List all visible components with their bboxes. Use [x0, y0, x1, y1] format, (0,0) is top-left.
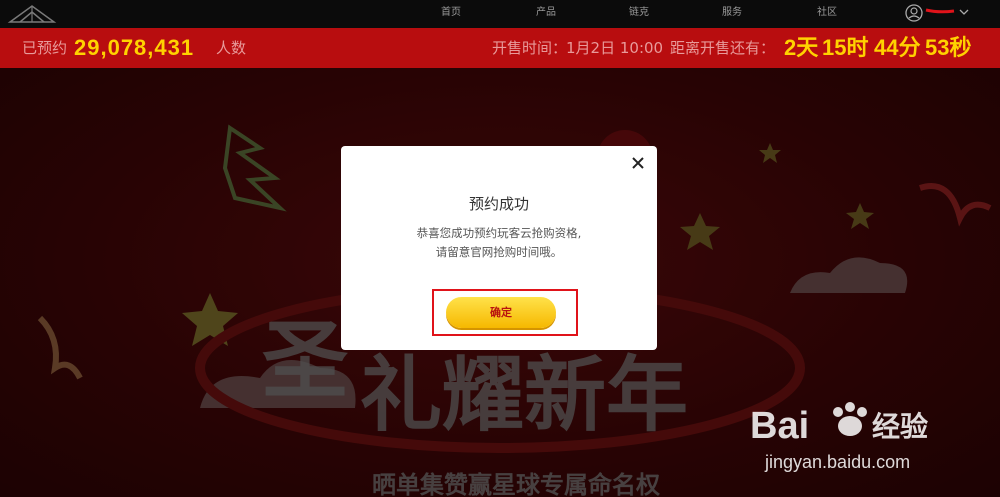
reserved-count: 29,078,431: [74, 35, 195, 60]
dialog-message: 恭喜您成功预约玩客云抢购资格, 请留意官网抢购时间哦。: [341, 224, 657, 262]
annotation-highlight-box: 确定: [432, 289, 578, 336]
reserved-unit: 人数: [216, 39, 247, 57]
brand-logo-icon[interactable]: [6, 2, 58, 26]
top-nav: 首页 产品 链克 服务 社区: [0, 0, 1000, 28]
chevron-down-icon: [959, 9, 969, 15]
redacted-username-mark: [925, 8, 955, 14]
nav-item-community[interactable]: 社区: [817, 0, 837, 28]
reserved-label: 已预约: [22, 39, 68, 57]
dialog-message-line2: 请留意官网抢购时间哦。: [435, 245, 563, 259]
countdown-days: 2天: [784, 35, 819, 60]
nav-item-products[interactable]: 产品: [536, 0, 556, 28]
paw-icon: [833, 402, 867, 436]
close-icon[interactable]: [629, 154, 647, 172]
nav-item-home[interactable]: 首页: [441, 0, 461, 28]
sale-time-label: 开售时间：: [492, 39, 568, 57]
user-menu[interactable]: [904, 2, 974, 24]
watermark-brand: Bai: [750, 405, 809, 447]
nav-item-linkcoin[interactable]: 链克: [629, 0, 649, 28]
user-avatar-icon: [905, 4, 923, 22]
countdown-seconds: 53秒: [925, 35, 972, 60]
dialog-message-line1: 恭喜您成功预约玩客云抢购资格,: [416, 226, 582, 240]
watermark-url: jingyan.baidu.com: [765, 452, 911, 472]
success-dialog: 预约成功 恭喜您成功预约玩客云抢购资格, 请留意官网抢购时间哦。 确定: [341, 146, 657, 350]
sale-time-value: 1月2日 10:00: [566, 39, 664, 57]
nav-item-service[interactable]: 服务: [722, 0, 742, 28]
countdown-minutes: 44分: [874, 35, 921, 60]
reservation-bar: 已预约 29,078,431 人数 开售时间： 1月2日 10:00 距离开售还…: [0, 28, 1000, 68]
watermark-suffix: 经验: [872, 410, 928, 443]
dialog-title: 预约成功: [468, 195, 529, 213]
countdown-hours: 15时: [822, 35, 869, 60]
countdown-label: 距离开售还有：: [670, 39, 776, 57]
confirm-button[interactable]: 确定: [446, 297, 556, 328]
